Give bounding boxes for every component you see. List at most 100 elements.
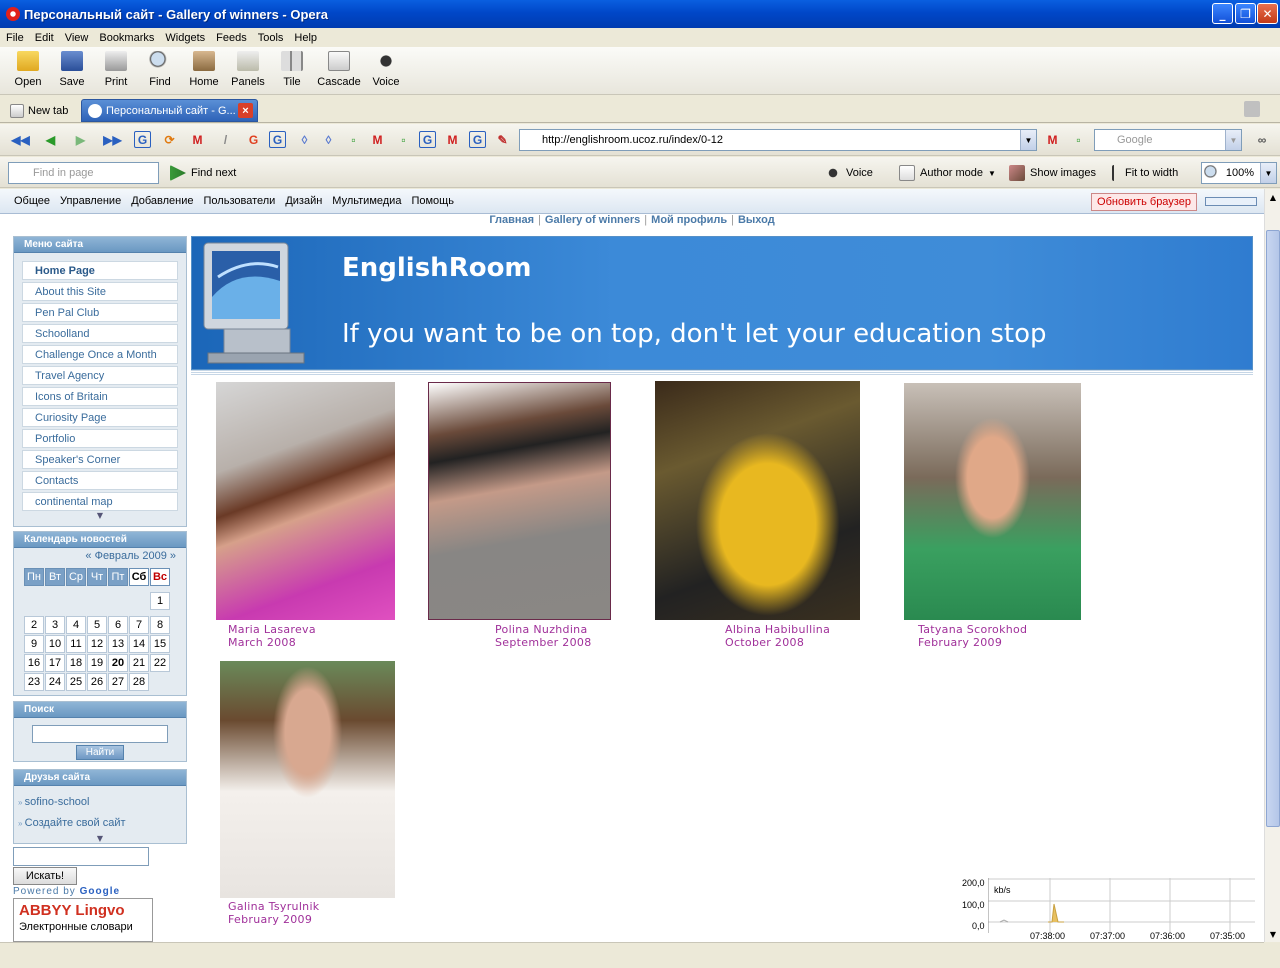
friend-link[interactable]: » Создайте свой сайт bbox=[18, 813, 186, 834]
calendar-day[interactable]: 1 bbox=[150, 592, 170, 610]
scroll-down-icon[interactable]: ▼ bbox=[1266, 927, 1280, 941]
google-search-button[interactable]: Искать! bbox=[13, 867, 77, 885]
site-search-button[interactable]: Найти bbox=[76, 745, 124, 760]
ucoz-menu-general[interactable]: Общее bbox=[14, 195, 50, 207]
calendar-day[interactable]: 9 bbox=[24, 635, 44, 653]
calendar-day[interactable]: 16 bbox=[24, 654, 44, 672]
reload-icon[interactable]: ⟳ bbox=[161, 131, 178, 148]
winner-photo[interactable] bbox=[904, 383, 1081, 620]
calendar-day[interactable]: 15 bbox=[150, 635, 170, 653]
calendar-day[interactable]: 18 bbox=[66, 654, 86, 672]
close-button[interactable]: ✕ bbox=[1257, 3, 1278, 24]
calendar-day[interactable]: 12 bbox=[87, 635, 107, 653]
menu-view[interactable]: View bbox=[65, 32, 89, 44]
ucoz-menu-add[interactable]: Добавление bbox=[131, 195, 193, 207]
google-search-input[interactable] bbox=[13, 847, 149, 866]
find-next-button[interactable]: Find next bbox=[170, 165, 236, 181]
calendar-day[interactable]: 28 bbox=[129, 673, 149, 691]
ucoz-menu-help[interactable]: Помощь bbox=[411, 195, 454, 207]
ucoz-menu-management[interactable]: Управление bbox=[60, 195, 121, 207]
author-mode-button[interactable]: Author mode ▼ bbox=[899, 165, 996, 181]
link-profile[interactable]: Мой профиль bbox=[651, 214, 727, 226]
menu-pen-pal[interactable]: Pen Pal Club bbox=[22, 303, 178, 322]
panels-button[interactable]: Panels bbox=[226, 47, 270, 88]
open-button[interactable]: Open bbox=[6, 47, 50, 88]
gmail-icon[interactable]: M bbox=[444, 131, 461, 148]
calendar-day[interactable]: 27 bbox=[108, 673, 128, 691]
ucoz-menu-multimedia[interactable]: Мультимедиа bbox=[332, 195, 401, 207]
bookmark-page-icon[interactable]: ▫ bbox=[395, 131, 412, 148]
gmail-icon[interactable]: M bbox=[1044, 131, 1061, 148]
friend-link[interactable]: » sofino-school bbox=[18, 792, 186, 813]
menu-file[interactable]: File bbox=[6, 32, 24, 44]
menu-speakers-corner[interactable]: Speaker's Corner bbox=[22, 450, 178, 469]
calendar-day-today[interactable]: 20 bbox=[108, 654, 128, 672]
menu-edit[interactable]: Edit bbox=[35, 32, 54, 44]
calendar-day[interactable]: 4 bbox=[66, 616, 86, 634]
voice-toggle-button[interactable]: Voice bbox=[825, 165, 873, 181]
ucoz-menu-design[interactable]: Дизайн bbox=[285, 195, 322, 207]
gmail-icon[interactable]: M bbox=[369, 131, 386, 148]
calendar-day[interactable]: 11 bbox=[66, 635, 86, 653]
calendar-day[interactable]: 22 bbox=[150, 654, 170, 672]
winner-photo[interactable] bbox=[655, 381, 860, 620]
vertical-scrollbar[interactable]: ▲ ▼ bbox=[1264, 189, 1280, 942]
home-button[interactable]: Home bbox=[182, 47, 226, 88]
bookmark-g-icon[interactable]: G bbox=[469, 131, 486, 148]
panel-slider[interactable] bbox=[1205, 197, 1257, 206]
bookmark-page-icon[interactable]: ▫ bbox=[345, 131, 362, 148]
print-button[interactable]: Print bbox=[94, 47, 138, 88]
menu-portfolio[interactable]: Portfolio bbox=[22, 429, 178, 448]
calendar-day[interactable]: 24 bbox=[45, 673, 65, 691]
site-search-input[interactable] bbox=[32, 725, 168, 743]
menu-tools[interactable]: Tools bbox=[258, 32, 284, 44]
ucoz-menu-users[interactable]: Пользователи bbox=[204, 195, 276, 207]
gmail-icon[interactable]: M bbox=[189, 131, 206, 148]
google-icon[interactable]: G bbox=[245, 131, 262, 148]
calendar-day[interactable]: 2 bbox=[24, 616, 44, 634]
show-images-button[interactable]: Show images bbox=[1009, 165, 1096, 181]
calendar-day[interactable]: 21 bbox=[129, 654, 149, 672]
pen-icon[interactable]: / bbox=[217, 131, 234, 148]
bookmark-g-icon[interactable]: G bbox=[134, 131, 151, 148]
tab-active[interactable]: Персональный сайт - G... × bbox=[81, 99, 258, 122]
bookmark-page-icon[interactable]: ▫ bbox=[1070, 131, 1087, 148]
scroll-up-icon[interactable]: ▲ bbox=[1266, 190, 1280, 204]
save-button[interactable]: Save bbox=[50, 47, 94, 88]
powered-by-google[interactable]: Powered by Google bbox=[13, 886, 120, 897]
link-home[interactable]: Главная bbox=[489, 214, 534, 226]
menu-curiosity[interactable]: Curiosity Page bbox=[22, 408, 178, 427]
minimize-button[interactable]: _ bbox=[1212, 3, 1233, 24]
bookmark-misc-icon[interactable]: ✎ bbox=[494, 131, 511, 148]
find-in-page-input[interactable]: Find in page bbox=[8, 162, 159, 184]
menu-challenge[interactable]: Challenge Once a Month bbox=[22, 345, 178, 364]
zoom-dropdown-icon[interactable]: ▼ bbox=[1260, 163, 1276, 183]
tab-new-tab[interactable]: New tab bbox=[4, 99, 79, 122]
menu-widgets[interactable]: Widgets bbox=[165, 32, 205, 44]
scrollbar-thumb[interactable] bbox=[1266, 230, 1280, 827]
menu-help[interactable]: Help bbox=[294, 32, 317, 44]
calendar-day[interactable]: 7 bbox=[129, 616, 149, 634]
menu-travel[interactable]: Travel Agency bbox=[22, 366, 178, 385]
tab-close-icon[interactable]: × bbox=[238, 103, 253, 118]
menu-icons-britain[interactable]: Icons of Britain bbox=[22, 387, 178, 406]
calendar-day[interactable]: 25 bbox=[66, 673, 86, 691]
fit-to-width-button[interactable]: Fit to width bbox=[1112, 165, 1178, 181]
winner-photo[interactable] bbox=[216, 382, 395, 620]
calendar-month-nav[interactable]: « Февраль 2009 » bbox=[14, 548, 186, 565]
refresh-browser-button[interactable]: Обновить браузер bbox=[1091, 193, 1197, 211]
cascade-button[interactable]: Cascade bbox=[314, 47, 364, 88]
calendar-day[interactable]: 5 bbox=[87, 616, 107, 634]
url-dropdown-icon[interactable]: ▼ bbox=[1020, 130, 1036, 150]
bookmark-opera-icon[interactable]: ◊ bbox=[296, 131, 313, 148]
calendar-day[interactable]: 8 bbox=[150, 616, 170, 634]
link-gallery[interactable]: Gallery of winners bbox=[545, 214, 640, 226]
menu-bookmarks[interactable]: Bookmarks bbox=[99, 32, 154, 44]
bookmark-g-icon[interactable]: G bbox=[419, 131, 436, 148]
menu-contacts[interactable]: Contacts bbox=[22, 471, 178, 490]
calendar-day[interactable]: 17 bbox=[45, 654, 65, 672]
bookmark-g-icon[interactable]: G bbox=[269, 131, 286, 148]
forward-icon[interactable]: ▶ bbox=[72, 131, 89, 148]
trash-icon[interactable] bbox=[1244, 101, 1260, 117]
voice-button[interactable]: Voice bbox=[364, 47, 408, 88]
